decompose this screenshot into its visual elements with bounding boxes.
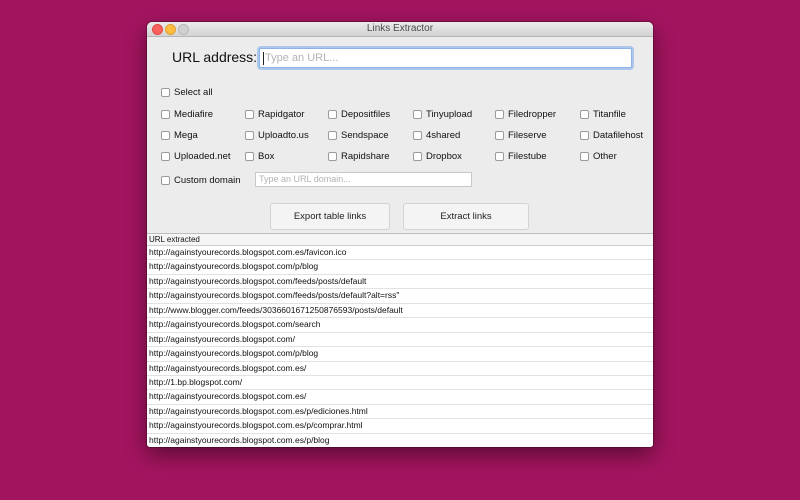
service-label: Uploaded.net (174, 150, 231, 162)
service-checkbox[interactable]: Tinyupload (413, 107, 472, 121)
service-label: Depositfiles (341, 108, 391, 120)
custom-domain-placeholder: Type an URL domain... (259, 174, 351, 184)
service-checkbox[interactable]: Rapidgator (245, 107, 304, 121)
table-body: http://againstyourecords.blogspot.com.es… (147, 246, 653, 447)
table-row[interactable]: http://againstyourecords.blogspot.com.es… (147, 390, 653, 405)
service-checkbox[interactable]: Mega (161, 128, 198, 142)
checkbox-box[interactable] (413, 109, 422, 119)
table-row[interactable]: http://againstyourecords.blogspot.com.es… (147, 419, 653, 434)
checkbox-box[interactable] (580, 109, 589, 119)
extract-links-button[interactable]: Extract links (403, 203, 529, 230)
table-row[interactable]: http://againstyourecords.blogspot.com.es… (147, 405, 653, 420)
url-table[interactable]: URL extracted http://againstyourecords.b… (147, 233, 653, 447)
service-label: Mega (174, 129, 198, 141)
links-extractor-window: Links Extractor URL address: Type an URL… (147, 22, 653, 447)
checkbox-box[interactable] (580, 130, 589, 140)
service-checkbox[interactable]: Dropbox (413, 149, 462, 163)
select-all-checkbox[interactable]: Select all (161, 85, 213, 99)
table-row[interactable]: http://againstyourecords.blogspot.com/p/… (147, 347, 653, 362)
table-row[interactable]: http://againstyourecords.blogspot.com/fe… (147, 275, 653, 290)
checkbox-box[interactable] (328, 130, 337, 140)
service-checkbox[interactable]: Filedropper (495, 107, 556, 121)
checkbox-box[interactable] (413, 151, 422, 161)
service-checkbox[interactable]: Fileserve (495, 128, 547, 142)
custom-domain-input[interactable]: Type an URL domain... (255, 172, 472, 187)
service-checkbox[interactable]: Box (245, 149, 274, 163)
service-checkbox[interactable]: 4shared (413, 128, 460, 142)
service-label: Other (593, 150, 617, 162)
service-label: Filestube (508, 150, 547, 162)
select-all-label: Select all (174, 86, 213, 98)
url-input[interactable]: Type an URL... (259, 48, 632, 68)
table-row[interactable]: http://againstyourecords.blogspot.com.es… (147, 246, 653, 261)
service-checkbox[interactable]: Datafilehost (580, 128, 643, 142)
table-row[interactable]: http://againstyourecords.blogspot.com/p/… (147, 260, 653, 275)
table-row[interactable]: http://againstyourecords.blogspot.com/ (147, 333, 653, 348)
export-table-links-button[interactable]: Export table links (270, 203, 390, 230)
service-checkbox[interactable]: Filestube (495, 149, 547, 163)
checkbox-box[interactable] (495, 109, 504, 119)
checkbox-box[interactable] (495, 151, 504, 161)
url-input-placeholder: Type an URL... (265, 52, 339, 64)
custom-domain-label: Custom domain (174, 174, 241, 186)
checkbox-box[interactable] (413, 130, 422, 140)
service-checkbox[interactable]: Sendspace (328, 128, 389, 142)
service-label: 4shared (426, 129, 461, 141)
checkbox-box[interactable] (245, 130, 254, 140)
service-checkbox[interactable]: Depositfiles (328, 107, 390, 121)
checkbox-box[interactable] (161, 87, 170, 97)
service-checkbox[interactable]: Rapidshare (328, 149, 390, 163)
table-row[interactable]: http://1.bp.blogspot.com/ (147, 376, 653, 391)
table-row[interactable]: http://againstyourecords.blogspot.com/se… (147, 318, 653, 333)
custom-domain-checkbox[interactable]: Custom domain (161, 173, 241, 187)
service-label: Rapidgator (258, 108, 305, 120)
checkbox-box[interactable] (495, 130, 504, 140)
service-checkbox[interactable]: Uploadto.us (245, 128, 309, 142)
service-label: Rapidshare (341, 150, 390, 162)
window-title: Links Extractor (366, 23, 434, 34)
checkbox-box[interactable] (580, 151, 589, 161)
checkbox-box[interactable] (161, 130, 170, 140)
checkbox-box[interactable] (328, 151, 337, 161)
service-label: Mediafire (174, 108, 214, 120)
checkbox-box[interactable] (245, 109, 254, 119)
service-checkbox[interactable]: Mediafire (161, 107, 213, 121)
service-label: Uploadto.us (258, 129, 309, 141)
table-row[interactable]: http://againstyourecords.blogspot.com.es… (147, 362, 653, 376)
title-bar[interactable]: Links Extractor (147, 22, 653, 37)
service-label: Titanfile (593, 108, 626, 120)
table-row[interactable]: http://againstyourecords.blogspot.com/fe… (147, 289, 653, 304)
service-label: Tinyupload (426, 108, 473, 120)
service-label: Fileserve (508, 129, 547, 141)
url-extracted-column-header[interactable]: URL extracted (147, 234, 653, 246)
url-address-label: URL address: (172, 49, 258, 65)
checkbox-box[interactable] (328, 109, 337, 119)
text-caret (263, 52, 264, 65)
service-checkbox[interactable]: Uploaded.net (161, 149, 231, 163)
checkbox-box[interactable] (161, 109, 170, 119)
checkbox-box[interactable] (161, 175, 170, 185)
service-label: Datafilehost (593, 129, 644, 141)
table-row[interactable]: http://www.blogger.com/feeds/30366016712… (147, 304, 653, 319)
service-label: Dropbox (426, 150, 462, 162)
service-checkbox[interactable]: Titanfile (580, 107, 626, 121)
service-label: Box (258, 150, 275, 162)
service-label: Filedropper (508, 108, 557, 120)
table-row[interactable]: http://againstyourecords.blogspot.com.es… (147, 434, 653, 447)
service-checkbox[interactable]: Other (580, 149, 617, 163)
checkbox-box[interactable] (161, 151, 170, 161)
service-label: Sendspace (341, 129, 389, 141)
checkbox-box[interactable] (245, 151, 254, 161)
